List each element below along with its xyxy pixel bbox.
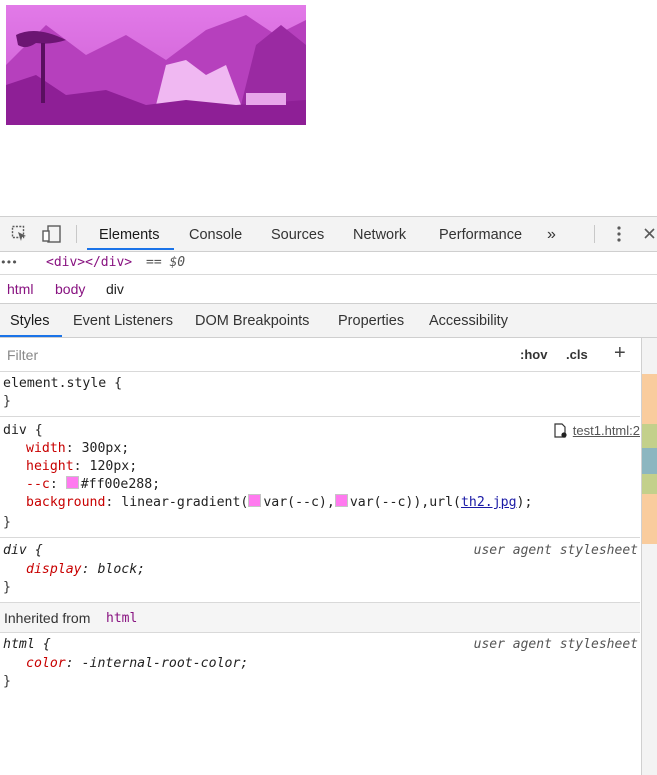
ellipsis-icon[interactable]: ••• (0, 252, 18, 274)
inspect-element-icon[interactable] (11, 225, 29, 243)
rule-source[interactable]: test1.html:2 (554, 422, 640, 443)
ua-source: user agent stylesheet (473, 543, 638, 558)
device-toolbar-icon[interactable] (42, 225, 61, 243)
margin-box (642, 374, 657, 424)
width-declaration[interactable]: width: 300px; (26, 440, 129, 458)
tab-event-listeners[interactable]: Event Listeners (73, 304, 173, 339)
add-rule-button[interactable]: + (614, 342, 626, 365)
styles-subtabs: Styles Event Listeners DOM Breakpoints P… (0, 304, 657, 338)
content-box (642, 448, 657, 474)
source-link[interactable]: test1.html:2 (573, 423, 640, 438)
selected-node[interactable]: <div></div> (46, 252, 132, 274)
color-swatch[interactable] (334, 494, 348, 507)
kebab-menu-icon[interactable] (610, 225, 628, 243)
inherited-label: Inherited from (4, 610, 91, 626)
ua-div-selector[interactable]: div { (3, 542, 43, 560)
close-icon[interactable] (642, 225, 657, 243)
html-selector[interactable]: html { (3, 636, 51, 654)
box-model-sidebar (641, 338, 657, 775)
html-ua-source: user agent stylesheet (473, 637, 638, 652)
element-style-selector[interactable]: element.style { (3, 375, 122, 393)
padding-box (642, 474, 657, 494)
div-selector[interactable]: div { (3, 422, 43, 440)
breadcrumb-div[interactable]: div (106, 275, 124, 304)
display-declaration[interactable]: display: block; (26, 561, 145, 579)
color-swatch[interactable] (65, 476, 79, 489)
filter-bar: Filter :hov .cls + (0, 338, 640, 372)
devtools-toolbar: Elements Console Sources Network Perform… (0, 217, 657, 252)
selected-node-row[interactable]: ••• <div></div> == $0 (0, 252, 657, 275)
background-declaration[interactable]: background: linear-gradient(var(--c), var… (26, 494, 532, 512)
ua-div-rule: div { user agent stylesheet display: blo… (0, 538, 640, 603)
tab-properties[interactable]: Properties (338, 304, 404, 339)
div-rule: div { test1.html:2 width: 300px; height:… (0, 417, 640, 538)
more-tabs-icon[interactable]: » (547, 217, 556, 251)
file-icon (554, 423, 567, 443)
tab-performance[interactable]: Performance (439, 217, 522, 251)
rule-close-brace: } (3, 580, 11, 595)
inherited-node-link[interactable]: html (106, 611, 137, 626)
active-subtab-indicator (0, 335, 62, 337)
preview-image (6, 5, 306, 125)
element-style-rule: element.style { } (0, 372, 640, 417)
tab-elements[interactable]: Elements (99, 217, 159, 251)
tab-styles[interactable]: Styles (10, 304, 50, 339)
breadcrumb: html body div (0, 275, 657, 304)
height-declaration[interactable]: height: 120px; (26, 458, 137, 476)
html-ua-rule: html { user agent stylesheet color: -int… (0, 633, 640, 697)
tab-dom-breakpoints[interactable]: DOM Breakpoints (195, 304, 309, 339)
margin-box (642, 494, 657, 544)
devtools-panel: Elements Console Sources Network Perform… (0, 216, 657, 775)
active-tab-indicator (87, 248, 174, 250)
tab-network[interactable]: Network (353, 217, 406, 251)
cls-toggle[interactable]: .cls (566, 347, 588, 362)
toolbar-separator (76, 225, 77, 243)
filter-input[interactable]: Filter (7, 347, 38, 363)
node-console-ref: == $0 (146, 255, 186, 270)
toolbar-separator (594, 225, 595, 243)
breadcrumb-body[interactable]: body (55, 275, 85, 304)
tab-sources[interactable]: Sources (271, 217, 324, 251)
tab-console[interactable]: Console (189, 217, 242, 251)
breadcrumb-html[interactable]: html (7, 275, 33, 304)
inherited-header: Inherited from html (0, 603, 640, 633)
image-url-link[interactable]: th2.jpg (461, 495, 517, 510)
hov-toggle[interactable]: :hov (520, 347, 547, 362)
rule-close-brace: } (3, 674, 11, 689)
rule-close-brace: } (3, 394, 11, 409)
rule-close-brace: } (3, 515, 11, 530)
padding-box (642, 424, 657, 448)
custom-prop-declaration[interactable]: --c: #ff00e288; (26, 476, 160, 494)
color-swatch[interactable] (248, 494, 262, 507)
color-declaration[interactable]: color: -internal-root-color; (26, 655, 248, 673)
tab-accessibility[interactable]: Accessibility (429, 304, 508, 339)
